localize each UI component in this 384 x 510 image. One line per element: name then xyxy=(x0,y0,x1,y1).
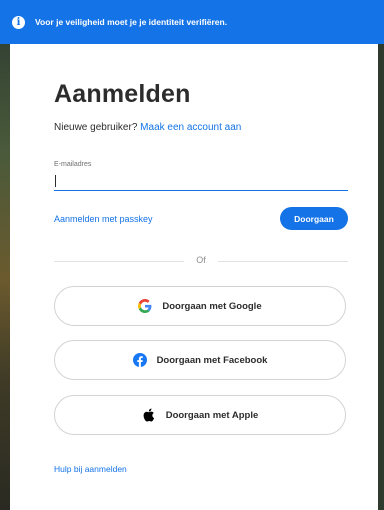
or-divider: Of xyxy=(54,255,348,267)
divider-line-left xyxy=(54,261,184,262)
verification-banner: i Voor je veiligheid moet je je identite… xyxy=(0,0,384,44)
facebook-button-label: Doorgaan met Facebook xyxy=(156,354,268,366)
apple-icon xyxy=(142,408,156,422)
info-icon: i xyxy=(12,15,25,29)
passkey-signin-link[interactable]: Aanmelden met passkey xyxy=(54,214,153,224)
continue-with-facebook-button[interactable]: Doorgaan met Facebook xyxy=(54,340,346,380)
text-caret xyxy=(55,175,56,187)
continue-button[interactable]: Doorgaan xyxy=(280,207,348,230)
email-label: E-mailadres xyxy=(54,161,92,168)
continue-with-apple-button[interactable]: Doorgaan met Apple xyxy=(54,395,346,435)
google-button-label: Doorgaan met Google xyxy=(162,300,262,312)
background-image-strip xyxy=(0,0,10,510)
page-title: Aanmelden xyxy=(54,80,191,108)
divider-line-right xyxy=(218,261,348,262)
new-user-text: Nieuwe gebruiker? Maak een account aan xyxy=(54,122,241,133)
create-account-link[interactable]: Maak een account aan xyxy=(140,122,241,133)
google-icon xyxy=(138,299,152,313)
signin-card: Aanmelden Nieuwe gebruiker? Maak een acc… xyxy=(10,44,378,510)
new-user-prefix: Nieuwe gebruiker? xyxy=(54,122,138,133)
signin-help-link[interactable]: Hulp bij aanmelden xyxy=(54,464,127,474)
or-text: Of xyxy=(196,255,206,265)
email-field[interactable] xyxy=(54,172,348,191)
apple-button-label: Doorgaan met Apple xyxy=(165,409,259,421)
facebook-icon xyxy=(132,353,147,367)
banner-text: Voor je veiligheid moet je je identiteit… xyxy=(35,17,228,27)
continue-with-google-button[interactable]: Doorgaan met Google xyxy=(54,286,346,326)
background-right-strip xyxy=(378,44,384,510)
